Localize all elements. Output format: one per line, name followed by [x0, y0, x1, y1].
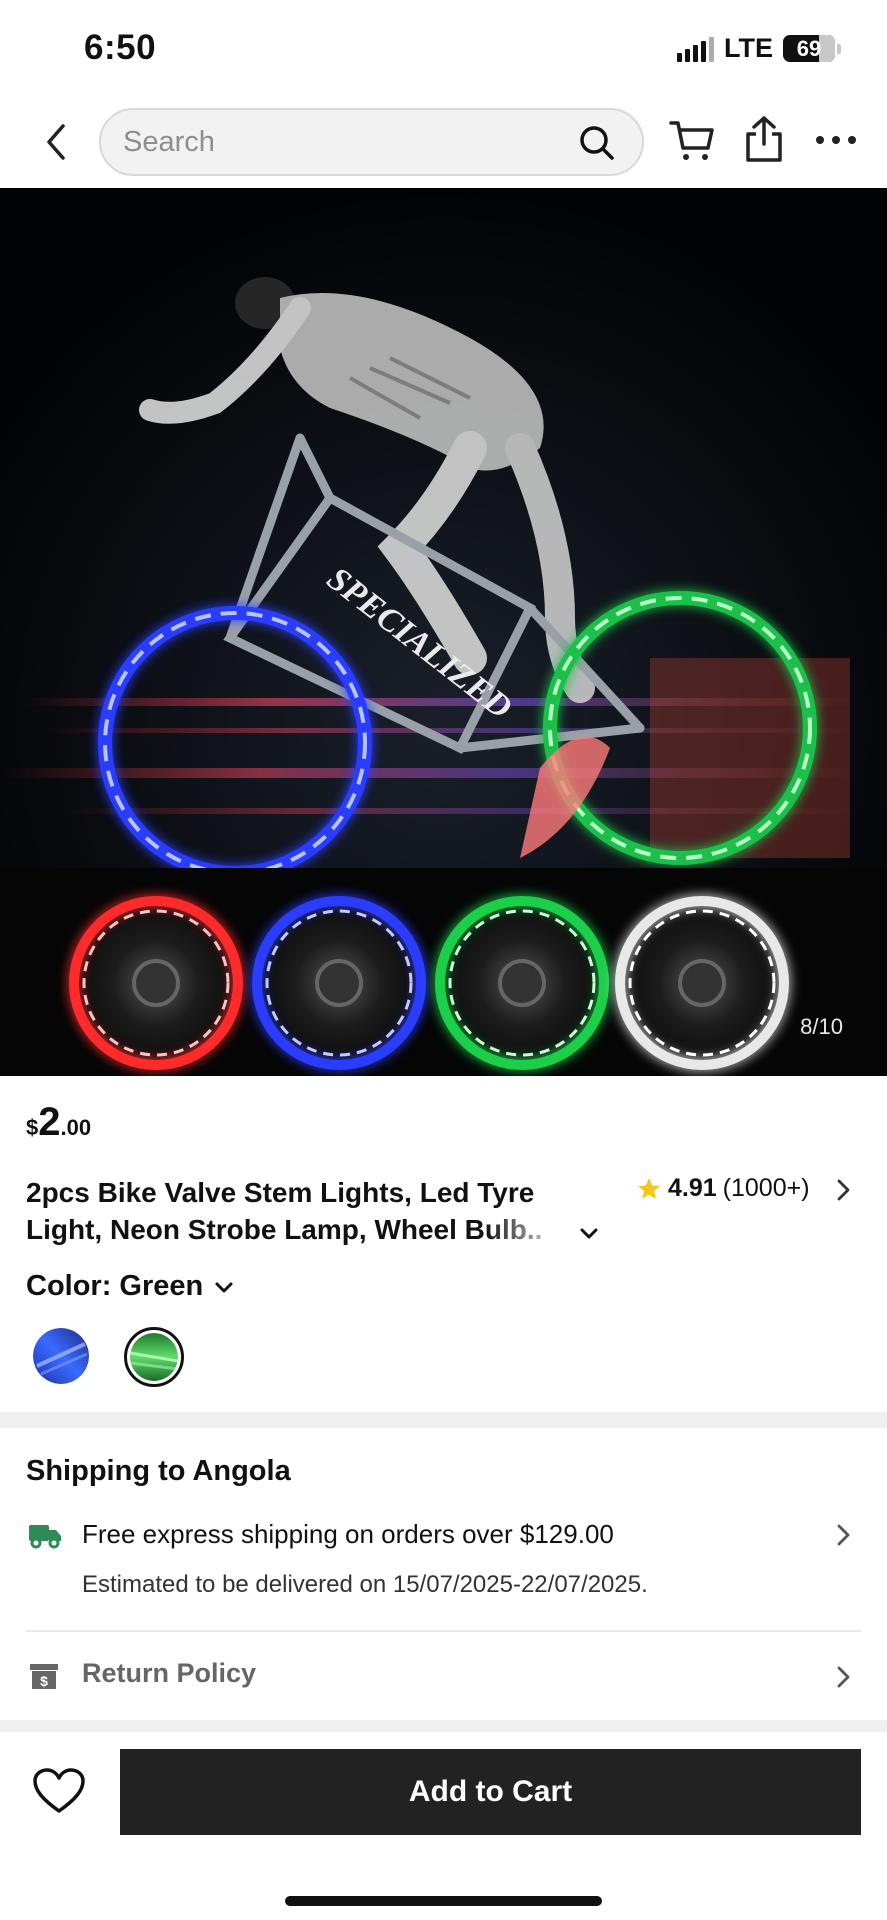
product-title[interactable]: 2pcs Bike Valve Stem Lights, Led Tyre Li…	[26, 1174, 596, 1250]
rating-count: (1000+)	[722, 1174, 810, 1202]
color-swatch-green-selected[interactable]	[124, 1327, 184, 1387]
battery-level: 69	[796, 35, 822, 61]
battery-icon: 69	[783, 35, 841, 62]
shipping-title: Shipping to Angola	[26, 1455, 291, 1487]
svg-text:$: $	[40, 1673, 48, 1689]
section-divider	[0, 1720, 887, 1732]
network-type: LTE	[724, 33, 773, 63]
status-indicators: LTE 69	[677, 33, 841, 64]
product-price: $ 2 .00	[26, 1100, 91, 1145]
heart-icon[interactable]	[32, 1767, 86, 1815]
product-image: SPECIALIZED	[0, 188, 887, 1076]
rating-score: 4.91	[668, 1174, 717, 1202]
image-counter: 8/10	[800, 1014, 843, 1039]
shipping-offer[interactable]: Free express shipping on orders over $12…	[82, 1519, 614, 1550]
home-indicator	[285, 1896, 602, 1906]
price-currency: $	[26, 1115, 39, 1140]
status-time: 6:50	[84, 28, 157, 67]
search-icon[interactable]	[578, 124, 616, 162]
truck-icon	[29, 1525, 61, 1549]
chevron-down-icon	[215, 1282, 233, 1292]
section-divider	[0, 1412, 887, 1428]
selected-color-text: Color: Green	[26, 1270, 204, 1302]
chevron-right-icon[interactable]	[830, 1522, 856, 1548]
divider	[26, 1630, 861, 1632]
signal-icon	[677, 36, 714, 62]
product-rating[interactable]: 4.91 (1000+)	[636, 1174, 810, 1203]
expand-title-chevron-icon[interactable]	[578, 1222, 600, 1244]
chevron-right-icon[interactable]	[830, 1664, 856, 1690]
back-arrow-icon[interactable]	[36, 118, 76, 166]
return-policy-link[interactable]: Return Policy	[82, 1658, 256, 1689]
bottom-action-bar: Add to Cart	[0, 1732, 887, 1920]
product-title-line-1: 2pcs Bike Valve Stem Lights, Led Tyre	[26, 1177, 535, 1208]
color-swatch-blue[interactable]	[33, 1328, 89, 1384]
delivery-estimate: Estimated to be delivered on 15/07/2025-…	[82, 1571, 648, 1598]
more-icon[interactable]	[812, 124, 860, 156]
top-nav-bar	[0, 100, 887, 188]
color-selector-label[interactable]: Color: Green	[26, 1270, 235, 1303]
search-bar[interactable]	[99, 108, 644, 176]
cart-icon[interactable]	[668, 116, 716, 164]
return-policy-icon: $	[30, 1664, 58, 1689]
color-swatch-green	[130, 1333, 178, 1381]
chevron-right-icon[interactable]	[830, 1177, 856, 1203]
status-bar: 6:50 LTE 69	[0, 0, 887, 100]
star-icon	[638, 1177, 660, 1199]
price-decimal: .00	[60, 1115, 92, 1140]
search-input[interactable]	[123, 122, 563, 162]
add-to-cart-button[interactable]: Add to Cart	[120, 1749, 861, 1835]
product-image-gallery[interactable]: SPECIALIZED 8/10	[0, 188, 887, 1076]
share-icon[interactable]	[742, 114, 786, 164]
price-integer: 2	[38, 1100, 61, 1144]
